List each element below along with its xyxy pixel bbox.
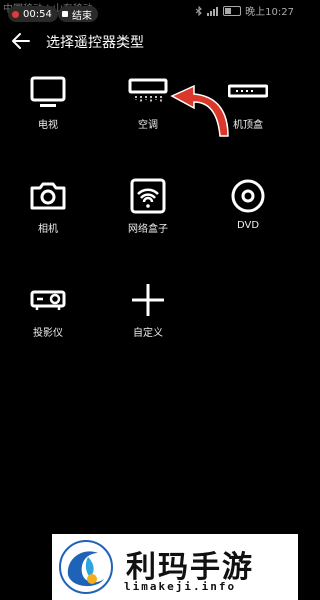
battery-icon	[223, 5, 242, 16]
device-network-box[interactable]: 网络盒子	[118, 176, 178, 235]
watermark-banner: 利玛手游 limakeji.info	[52, 534, 298, 600]
plus-icon	[132, 284, 164, 316]
status-icons: 晚上10:27	[195, 3, 294, 18]
screen-record-timer[interactable]: 00:54	[8, 6, 58, 22]
device-label: DVD	[236, 220, 260, 231]
device-tv[interactable]: 电视	[18, 72, 78, 131]
device-label: 投影仪	[33, 328, 63, 339]
projector-icon	[30, 290, 66, 310]
dvd-icon	[231, 179, 265, 213]
stop-record-button[interactable]: 结束	[58, 6, 98, 22]
device-projector[interactable]: 投影仪	[18, 280, 78, 339]
signal-icon	[207, 6, 219, 16]
back-arrow-icon[interactable]	[10, 30, 32, 52]
device-dvd[interactable]: DVD	[218, 176, 278, 231]
device-camera[interactable]: 相机	[18, 176, 78, 235]
device-custom[interactable]: 自定义	[118, 280, 178, 339]
stop-icon	[62, 11, 68, 17]
status-bar: 中国移动 | 山东移动 00:54 结束 晚上10:27	[0, 0, 298, 24]
device-label: 网络盒子	[128, 224, 168, 235]
app-bar: 选择遥控器类型	[0, 26, 298, 56]
camera-icon	[30, 182, 66, 210]
record-dot-icon	[12, 10, 19, 18]
stop-label: 结束	[72, 10, 92, 22]
device-label: 电视	[38, 120, 58, 131]
watermark-url: limakeji.info	[124, 580, 237, 593]
tv-icon	[30, 76, 66, 107]
device-label: 相机	[38, 224, 58, 235]
air-conditioner-icon	[128, 78, 168, 102]
record-time: 00:54	[23, 8, 52, 20]
wifi-box-icon	[130, 178, 166, 214]
device-label: 自定义	[133, 328, 163, 339]
annotation-arrow-icon	[170, 84, 229, 137]
page-title: 选择遥控器类型	[46, 35, 144, 51]
bluetooth-icon	[195, 5, 202, 16]
watermark-logo-icon	[59, 540, 113, 594]
clock: 晚上10:27	[245, 7, 294, 18]
